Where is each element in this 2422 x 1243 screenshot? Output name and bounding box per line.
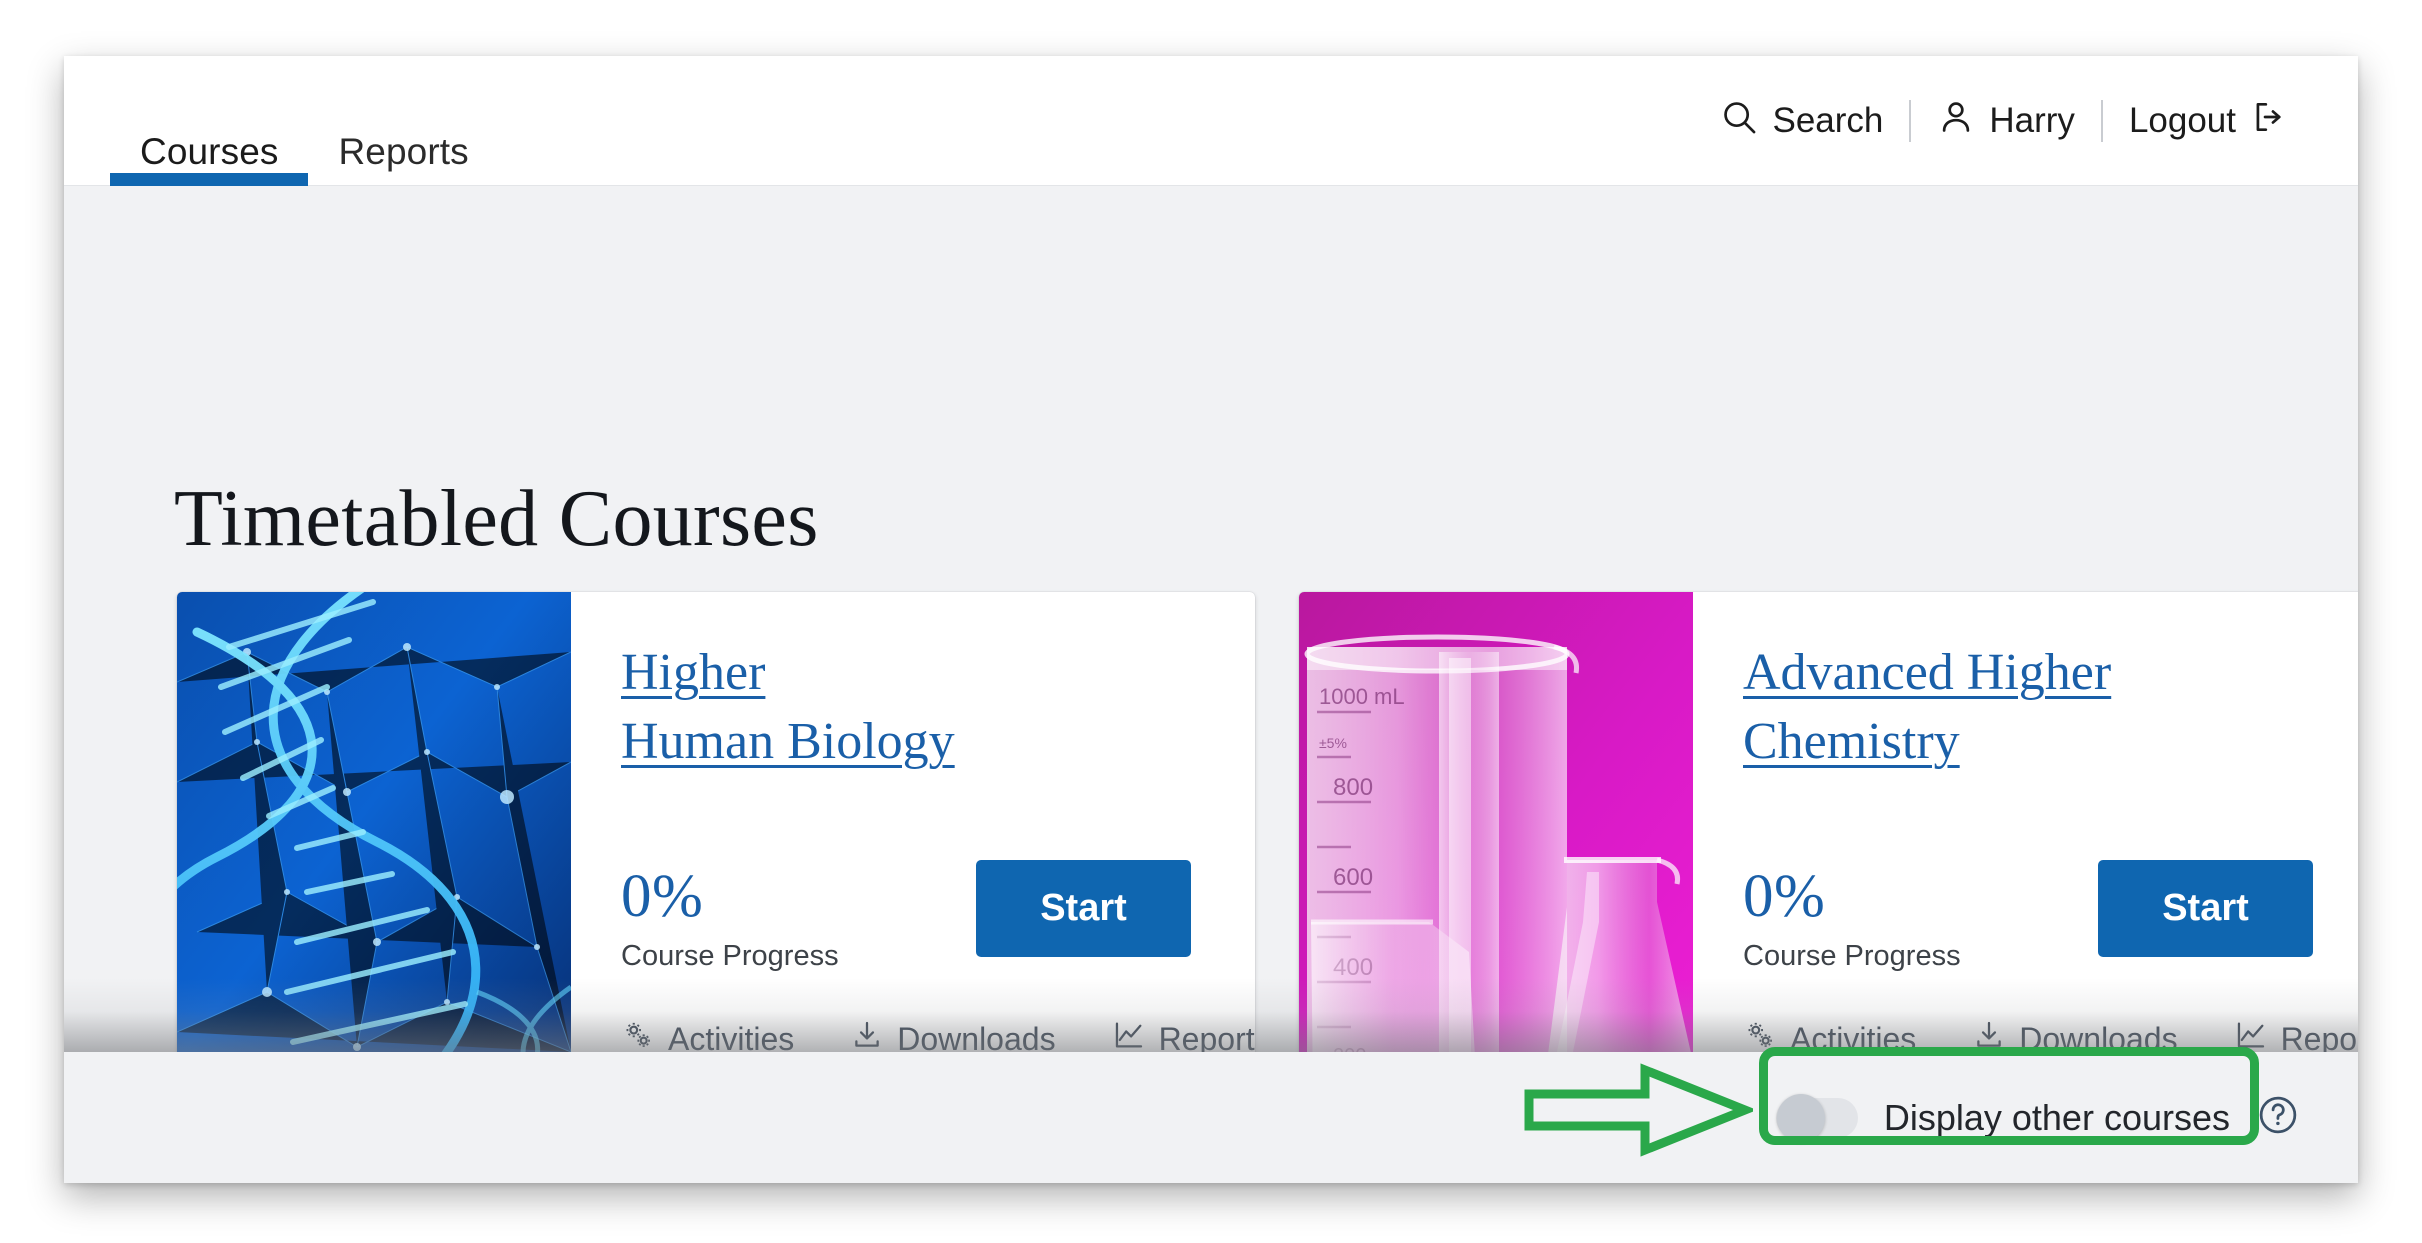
gears-icon xyxy=(621,1018,655,1052)
start-button[interactable]: Start xyxy=(2098,860,2313,957)
course-card[interactable]: Higher Human Biology 0% Course Progress S… xyxy=(177,592,1255,1052)
footer-bar: Display other courses xyxy=(64,1052,2358,1183)
top-navigation-bar: Courses Reports Search Harry Logout xyxy=(64,56,2358,186)
activities-label: Activities xyxy=(1790,1020,1917,1053)
course-card-body: Higher Human Biology 0% Course Progress S… xyxy=(571,592,1255,1052)
course-title-line2: Chemistry xyxy=(1743,713,1960,771)
activities-label: Activities xyxy=(668,1020,795,1053)
course-card[interactable]: 1000 mL ±5% 800 600 400 200 xyxy=(1299,592,2358,1052)
user-menu-button[interactable]: Harry xyxy=(1911,98,2101,145)
tab-courses-label: Courses xyxy=(140,131,279,172)
svg-text:600: 600 xyxy=(1333,864,1373,891)
downloads-label: Downloads xyxy=(897,1020,1056,1053)
download-icon xyxy=(850,1018,884,1052)
start-button[interactable]: Start xyxy=(976,860,1191,957)
footer-controls: Display other courses xyxy=(1775,1052,2300,1183)
search-icon xyxy=(1720,98,1758,145)
course-actions: Activities Downloads xyxy=(621,1018,1255,1052)
tab-courses[interactable]: Courses xyxy=(110,56,309,186)
logout-label: Logout xyxy=(2128,101,2236,140)
activities-link[interactable]: Activities xyxy=(621,1018,794,1052)
svg-text:±5%: ±5% xyxy=(1319,735,1347,751)
reports-link[interactable]: Reports xyxy=(1112,1018,1255,1052)
downloads-label: Downloads xyxy=(2019,1020,2178,1053)
reports-label: Reports xyxy=(2280,1020,2358,1053)
course-progress-value: 0% xyxy=(621,863,704,930)
user-icon xyxy=(1937,98,1975,145)
page-title: Timetabled Courses xyxy=(174,475,819,563)
course-title-link[interactable]: Advanced Higher Chemistry xyxy=(1743,638,2111,776)
application-window: Courses Reports Search Harry Logout Time… xyxy=(64,56,2358,1183)
beakers-image: 1000 mL ±5% 800 600 400 200 xyxy=(1299,592,1693,1052)
svg-text:800: 800 xyxy=(1333,774,1373,801)
course-actions: Activities Downloads xyxy=(1743,1018,2358,1052)
course-title-line2: Human Biology xyxy=(621,713,955,771)
display-other-courses-toggle[interactable]: Display other courses xyxy=(1775,1093,2230,1142)
course-progress-label: Course Progress xyxy=(621,940,839,972)
course-title-link[interactable]: Higher Human Biology xyxy=(621,638,955,776)
reports-label: Reports xyxy=(1158,1020,1255,1053)
activities-link[interactable]: Activities xyxy=(1743,1018,1916,1052)
toggle-knob xyxy=(1776,1093,1825,1142)
course-progress-block: 0% Course Progress xyxy=(1743,860,1961,973)
reports-link[interactable]: Reports xyxy=(2234,1018,2358,1052)
course-card-list: Higher Human Biology 0% Course Progress S… xyxy=(177,592,2358,1052)
search-label: Search xyxy=(1772,101,1884,140)
course-progress-row: 0% Course Progress Start xyxy=(621,860,1215,973)
line-chart-icon xyxy=(2234,1018,2268,1052)
course-title-line1: Higher xyxy=(621,644,766,701)
line-chart-icon xyxy=(1112,1018,1146,1052)
course-progress-value: 0% xyxy=(1743,863,1826,930)
course-title-line1: Advanced Higher xyxy=(1743,644,2112,701)
tab-reports[interactable]: Reports xyxy=(308,56,498,186)
course-progress-block: 0% Course Progress xyxy=(621,860,839,973)
downloads-link[interactable]: Downloads xyxy=(1972,1018,2178,1053)
course-card-body: Advanced Higher Chemistry 0% Course Progr… xyxy=(1693,592,2358,1052)
search-button[interactable]: Search xyxy=(1694,98,1909,145)
tab-reports-label: Reports xyxy=(338,131,469,172)
nav-tabs: Courses Reports xyxy=(110,56,499,186)
main-content-area: Timetabled Courses Higher Human Biology … xyxy=(64,186,2358,1052)
user-name-label: Harry xyxy=(1989,101,2075,140)
gears-icon xyxy=(1743,1018,1777,1052)
help-circle-icon[interactable] xyxy=(2256,1093,2300,1142)
logout-button[interactable]: Logout xyxy=(2103,98,2314,145)
header-actions: Search Harry Logout xyxy=(1694,56,2314,186)
toggle-label: Display other courses xyxy=(1883,1096,2230,1138)
course-progress-row: 0% Course Progress Start xyxy=(1743,860,2337,973)
downloads-link[interactable]: Downloads xyxy=(850,1018,1056,1053)
dna-helix-image xyxy=(177,592,571,1052)
download-icon xyxy=(1972,1018,2006,1052)
toggle-switch[interactable] xyxy=(1775,1093,1858,1142)
svg-text:1000 mL: 1000 mL xyxy=(1319,684,1405,709)
logout-icon xyxy=(2250,98,2288,145)
course-progress-label: Course Progress xyxy=(1743,940,1961,972)
